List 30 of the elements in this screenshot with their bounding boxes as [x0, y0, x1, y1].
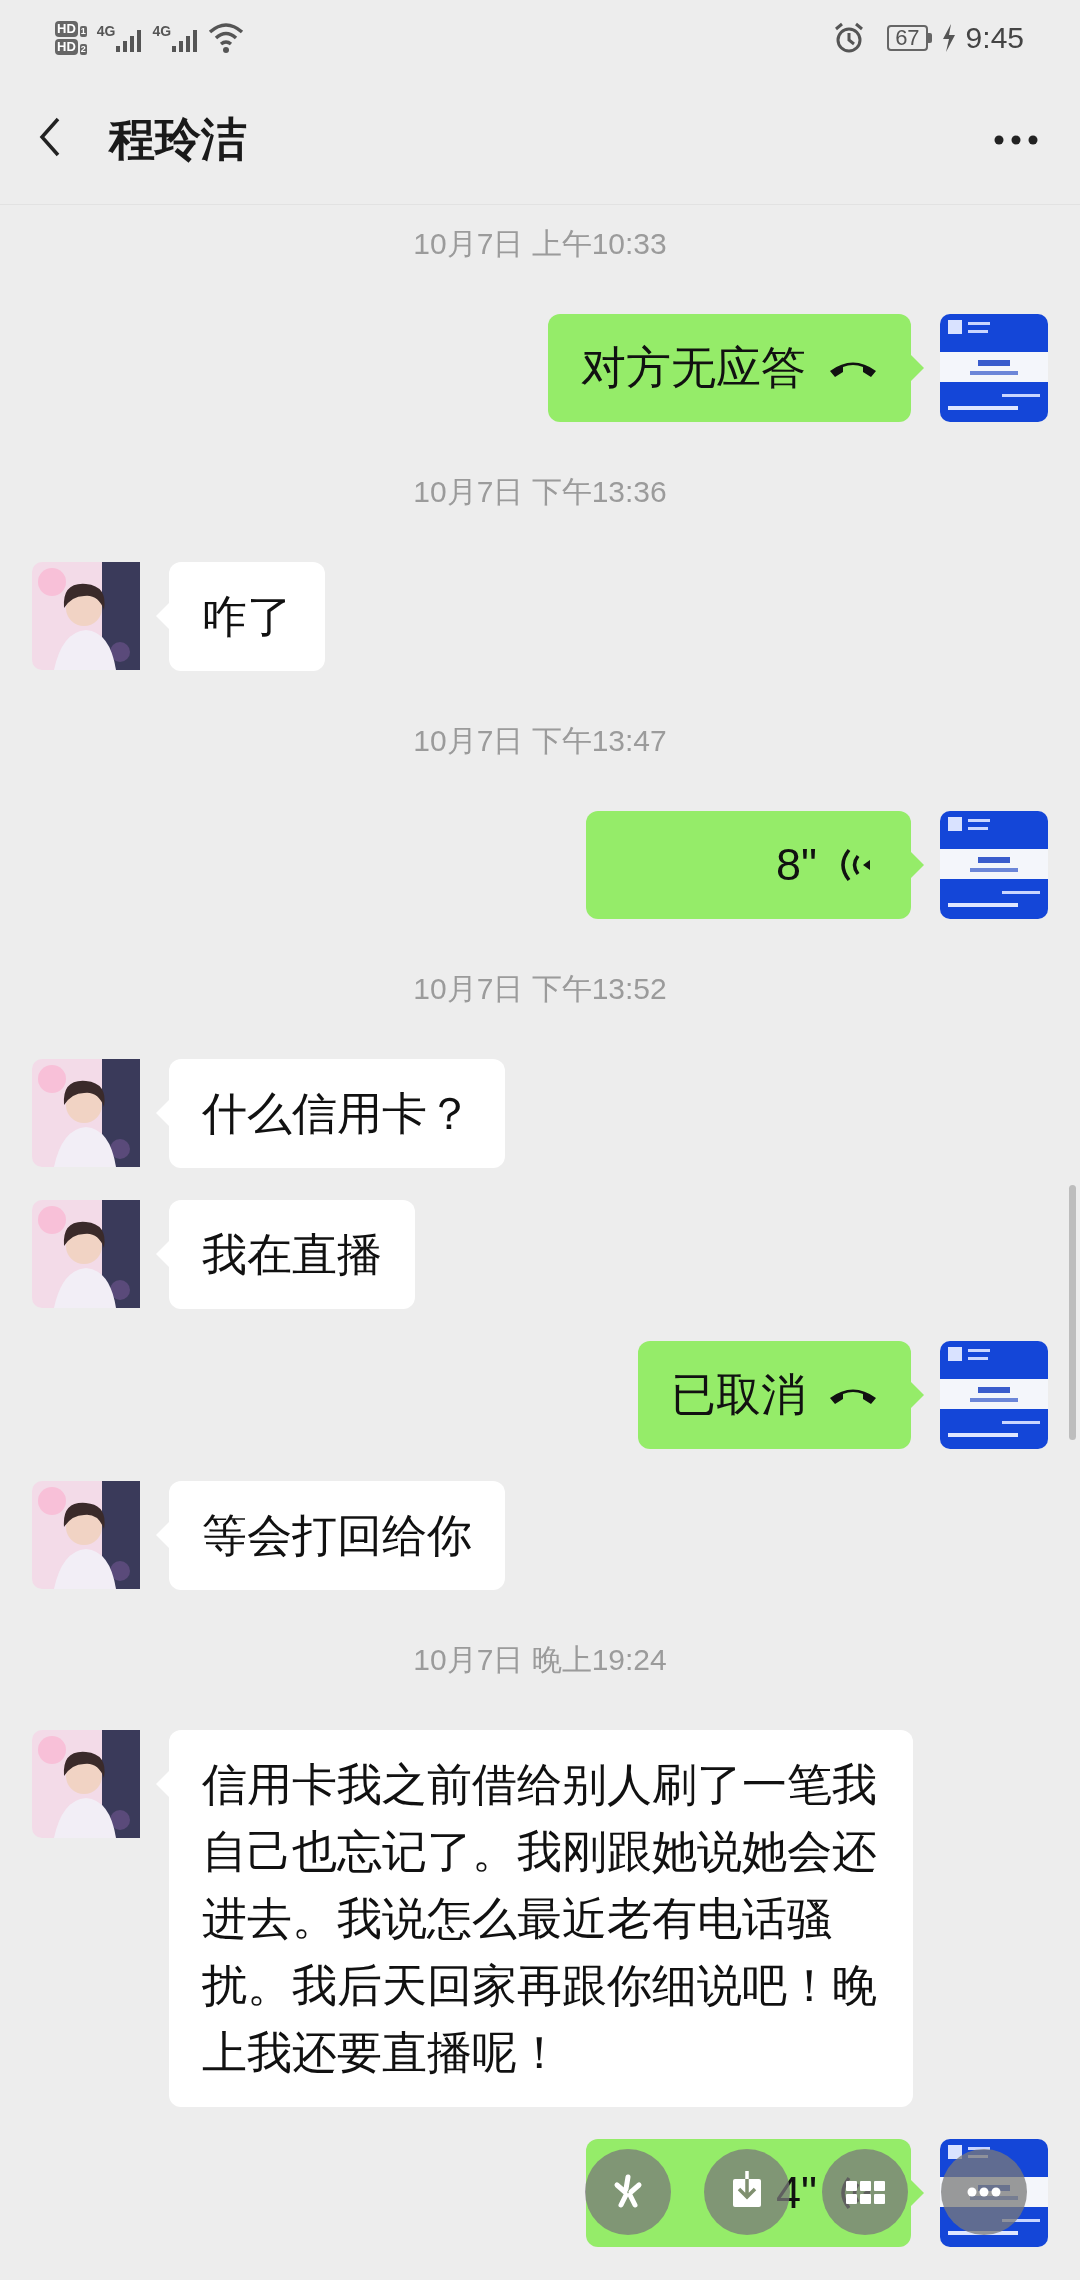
more-icon[interactable]	[994, 134, 1038, 145]
message-bubble: 信用卡我之前借给别人刷了一笔我自己也忘记了。我刚跟她说她会还进去。我说怎么最近老有电话骚扰。我后天回家再跟你细说吧！晚上我还要直播呢！	[169, 1730, 913, 2107]
network-type: 4G	[152, 23, 172, 38]
voice-wave-icon	[839, 848, 871, 882]
chat-title: 程玲洁	[109, 112, 248, 167]
message-bubble: 等会打回给你	[169, 1481, 505, 1590]
signal-icon	[116, 27, 143, 54]
back-icon[interactable]	[38, 116, 62, 157]
message-bubble: 我在直播	[169, 1200, 415, 1309]
call-record: 对方无应答	[548, 314, 911, 422]
timestamp: 10月7日 下午13:47	[413, 723, 667, 759]
timestamp: 10月7日 下午13:52	[413, 971, 667, 1007]
sim-slot: 2	[79, 43, 87, 55]
signal-icon	[172, 27, 199, 54]
timestamp: 10月7日 上午10:33	[413, 226, 667, 262]
timestamp: 10月7日 下午13:36	[413, 474, 667, 510]
wifi-icon	[208, 21, 245, 54]
voice-message[interactable]: 8"	[586, 811, 911, 919]
sim-slot: 1	[79, 25, 87, 37]
battery-level: 67	[887, 24, 928, 51]
timestamp: 10月7日 晚上19:24	[413, 1642, 667, 1678]
network-type: 4G	[96, 23, 116, 38]
more-icon	[967, 2187, 1001, 2197]
call-record: 已取消	[638, 1341, 911, 1449]
message-bubble: 咋了	[169, 562, 325, 671]
alarm-icon	[833, 21, 866, 54]
hd-label: HD	[55, 38, 78, 55]
message-bubble: 什么信用卡？	[169, 1059, 505, 1168]
hd-label: HD	[55, 20, 78, 37]
clock-time: 9:45	[965, 20, 1024, 56]
